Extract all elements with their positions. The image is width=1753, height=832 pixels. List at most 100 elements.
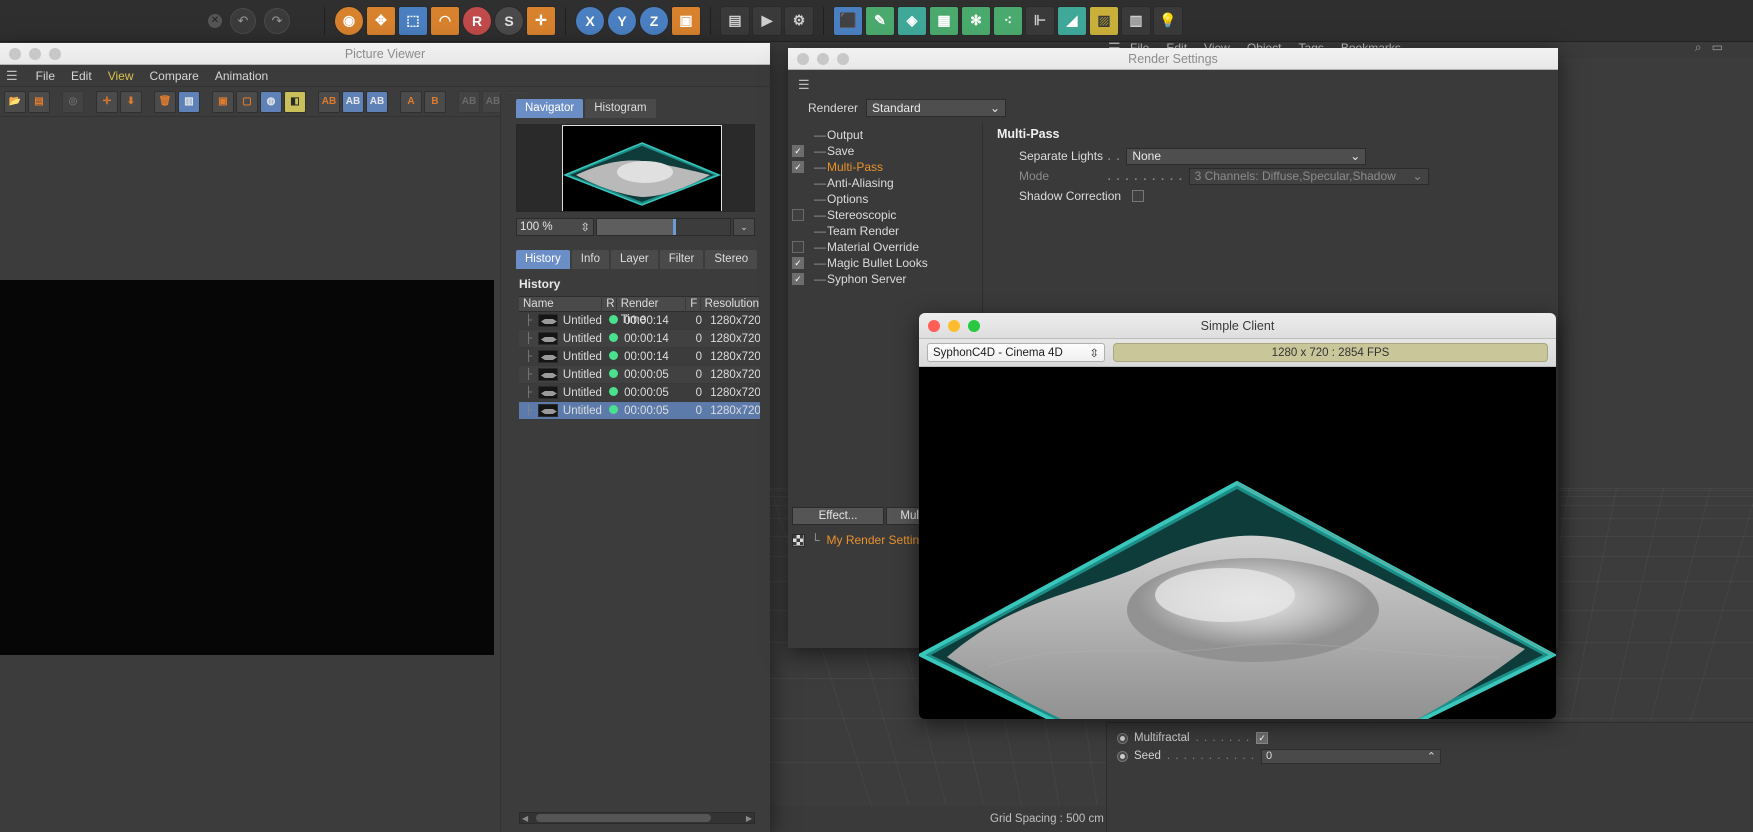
radio-icon[interactable] (1117, 732, 1128, 744)
render-settings-tree-item[interactable]: — Output (788, 127, 982, 143)
tree-item-checkbox[interactable]: ✓ (792, 145, 804, 157)
navigator-viewport-rect[interactable] (562, 125, 722, 211)
render-settings-icon[interactable]: ⚙ (784, 5, 814, 36)
undo-icon[interactable]: ↶ (230, 7, 256, 34)
stepper-icon[interactable]: ⇳ (580, 220, 590, 234)
move-icon[interactable]: ✥ (366, 5, 396, 36)
zoom-input[interactable]: 100 % ⇳ (516, 218, 594, 236)
simple-client-titlebar[interactable]: Simple Client (919, 313, 1556, 339)
delete-icon[interactable]: 🗑 (154, 90, 176, 113)
set-b-icon[interactable]: B (424, 90, 446, 113)
menu-animation[interactable]: Animation (215, 69, 268, 83)
menu-file[interactable]: File (36, 69, 55, 83)
syphon-preview-canvas[interactable] (919, 367, 1556, 719)
tab-layer[interactable]: Layer (610, 250, 658, 269)
redo-icon[interactable]: ↷ (264, 7, 290, 34)
attr-row-multifractal[interactable]: Multifractal . . . . . . . ✓ (1117, 729, 1743, 747)
render-settings-tree-item[interactable]: — Anti-Aliasing (788, 175, 982, 191)
send-to-icon[interactable]: ⬇ (120, 90, 142, 113)
scroll-right-icon[interactable]: ▶ (746, 814, 752, 823)
a-over-b-icon[interactable]: AB (342, 90, 364, 113)
light-icon[interactable]: 💡 (1153, 5, 1183, 36)
x-axis-icon[interactable]: X (575, 5, 605, 36)
tab-history[interactable]: History (516, 250, 570, 269)
array-icon[interactable]: ◈ (897, 5, 927, 36)
zoom-slider-knob[interactable] (672, 219, 676, 235)
zoom-slider[interactable] (596, 218, 731, 236)
simple-client-window[interactable]: Simple Client SyphonC4D - Cinema 4D ⇳ 12… (919, 313, 1556, 719)
filter-list-icon[interactable]: ▥ (178, 90, 200, 113)
rotate-icon[interactable]: ◠ (430, 5, 460, 36)
alpha-icon[interactable]: ◧ (284, 90, 306, 113)
blend-icon[interactable]: ◍ (260, 90, 282, 113)
cube-icon[interactable]: ⬛ (833, 5, 863, 36)
tree-item-checkbox[interactable]: ✓ (792, 257, 804, 269)
open-image-icon[interactable]: 📂 (4, 90, 26, 113)
z-axis-icon[interactable]: Z (639, 5, 669, 36)
render-view-icon[interactable]: ▤ (720, 5, 750, 36)
render-settings-tree-item[interactable]: — Stereoscopic (788, 207, 982, 223)
live-selection-icon[interactable]: ◉ (334, 5, 364, 36)
scroll-left-icon[interactable]: ◀ (522, 814, 528, 823)
radio-icon[interactable] (1117, 750, 1128, 762)
hair-icon[interactable]: ⊩ (1025, 5, 1055, 36)
stepper-icon[interactable]: ⌃ (1427, 750, 1436, 763)
seed-field[interactable]: 0 ⌃ (1260, 748, 1441, 764)
move-to-icon[interactable]: ✛ (96, 90, 118, 113)
frame-a-icon[interactable]: ▣ (212, 90, 234, 113)
renderer-select[interactable]: Standard ⌄ (866, 99, 1007, 117)
syphon-source-select[interactable]: SyphonC4D - Cinema 4D ⇳ (927, 343, 1105, 362)
render-settings-tree-item[interactable]: — Material Override (788, 239, 982, 255)
table-row[interactable]: ├ Untitled 1 * 00:00:14 0 1280x720 (519, 312, 760, 330)
table-row[interactable]: ├ Untitled 1 * 00:00:14 0 1280x720 (519, 330, 760, 348)
render-settings-titlebar[interactable]: Render Settings (788, 48, 1558, 70)
ab-compare-icon[interactable]: AB (318, 90, 340, 113)
tab-filter[interactable]: Filter (659, 250, 704, 269)
autokey-icon[interactable]: S (494, 5, 524, 36)
picture-viewer-image[interactable] (0, 280, 494, 655)
render-settings-tree-item[interactable]: ✓ — Syphon Server (788, 271, 982, 287)
tree-item-checkbox[interactable]: ✓ (792, 273, 804, 285)
column-f[interactable]: F (686, 296, 701, 312)
separate-lights-select[interactable]: None ⌄ (1126, 147, 1367, 165)
table-row[interactable]: ├ Untitled 1 * 00:00:05 0 1280x720 (519, 366, 760, 384)
frame-b-icon[interactable]: ▢ (236, 90, 258, 113)
navigator-thumbnail[interactable] (516, 124, 755, 212)
camera-icon[interactable]: ▥ (1121, 5, 1151, 36)
axis-icon[interactable]: ✛ (526, 5, 556, 36)
menu-view[interactable]: View (108, 69, 134, 83)
simulate-icon[interactable]: ◢ (1057, 5, 1087, 36)
menu-compare[interactable]: Compare (149, 69, 198, 83)
mograph-icon[interactable]: ⁖ (993, 5, 1023, 36)
table-row[interactable]: ├ Untitled 1 * 00:00:05 0 1280x720 (519, 384, 760, 402)
tab-histogram[interactable]: Histogram (585, 99, 656, 118)
scrollbar-thumb[interactable] (536, 814, 711, 822)
scene-icon[interactable]: ✻ (961, 5, 991, 36)
effect-button[interactable]: Effect... (792, 507, 884, 525)
layout-icon[interactable]: ▭ (1712, 40, 1723, 55)
render-settings-tree-item[interactable]: ✓ — Save (788, 143, 982, 159)
render-settings-tree-item[interactable]: — Options (788, 191, 982, 207)
hamburger-icon[interactable]: ☰ (6, 68, 18, 84)
render-settings-tree-item[interactable]: ✓ — Multi-Pass (788, 159, 982, 175)
history-horizontal-scrollbar[interactable]: ◀ ▶ (519, 812, 755, 824)
set-a-icon[interactable]: A (400, 90, 422, 113)
shadow-correction-checkbox[interactable] (1132, 190, 1144, 202)
chevron-down-icon[interactable]: ⌄ (733, 218, 755, 236)
render-settings-tree-item[interactable]: ✓ — Magic Bullet Looks (788, 255, 982, 271)
picture-viewer-titlebar[interactable]: Picture Viewer (0, 43, 770, 65)
tab-info[interactable]: Info (571, 250, 609, 269)
table-row[interactable]: ├ Untitled 1 * 00:00:14 0 1280x720 (519, 348, 760, 366)
multifractal-checkbox[interactable]: ✓ (1256, 732, 1269, 744)
attr-row-seed[interactable]: Seed . . . . . . . . . . . 0 ⌃ (1117, 747, 1743, 765)
close-icon[interactable]: ✕ (208, 13, 222, 28)
render-settings-hamburger-icon[interactable]: ☰ (788, 70, 1558, 95)
tab-navigator[interactable]: Navigator (516, 99, 584, 118)
table-row[interactable]: ├ Untitled 1 * 00:00:05 0 1280x720 (519, 402, 760, 420)
column-resolution[interactable]: Resolution (701, 296, 760, 312)
spline-icon[interactable]: ✎ (865, 5, 895, 36)
clear-icon[interactable]: ◎ (62, 90, 84, 113)
character-icon[interactable]: ▨ (1089, 5, 1119, 36)
ab-split-icon[interactable]: AB (366, 90, 388, 113)
deformer-icon[interactable]: ▦ (929, 5, 959, 36)
